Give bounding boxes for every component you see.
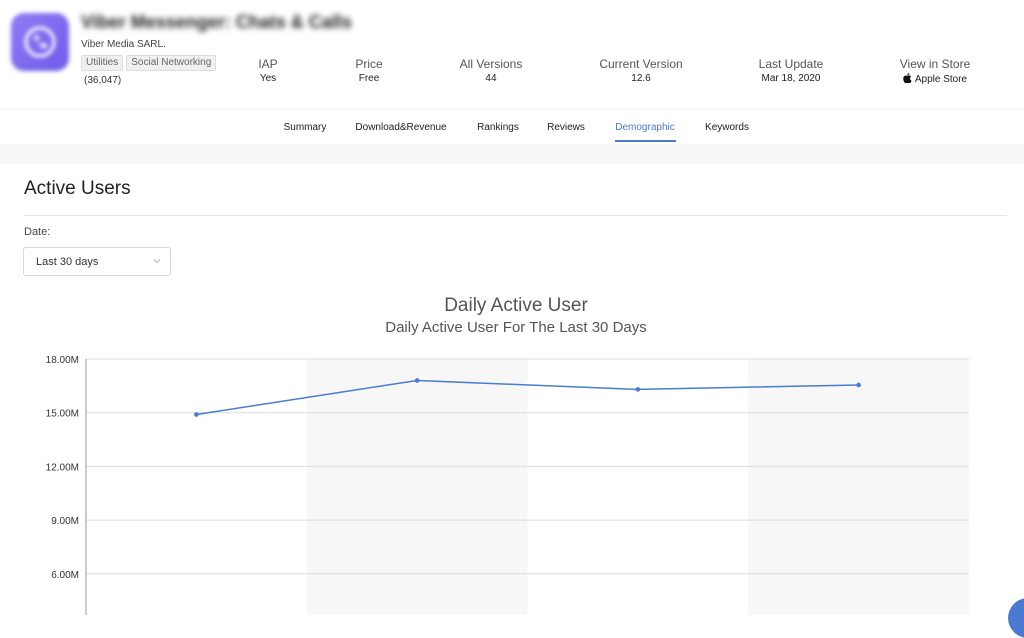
meta-label: View in Store [899,57,971,71]
active-tab-indicator [615,140,676,142]
viber-phone-icon [24,26,56,58]
tab-reviews[interactable]: Reviews [547,122,585,133]
meta-view-in-store: View in Store Apple Store [900,57,970,85]
data-point [414,378,420,383]
meta-label: Last Update [758,57,824,71]
date-range-select[interactable]: Last 30 days [23,247,171,276]
meta-value: 12.6 [631,73,651,84]
meta-last-update: Last Update Mar 18, 2020 [759,57,824,84]
meta-label: All Versions [459,57,523,71]
section-separator [0,144,1024,164]
meta-value: Yes [259,73,277,84]
category-tags: Utilities Social Networking [81,55,217,71]
developer-name: Viber Media SARL. [81,39,166,50]
meta-price: Price Free [355,57,382,84]
chart-subtitle: Daily Active User For The Last 30 Days [385,319,647,336]
chevron-down-icon [153,259,161,264]
app-icon [11,13,69,71]
y-tick-label: 15.00M [46,409,79,420]
apple-icon [903,73,912,83]
daily-active-user-chart: 18.00M 15.00M 12.00M 9.00M 6.00M [46,355,969,615]
section-tabs: Summary Download&Revenue Rankings Review… [0,110,1024,143]
tab-demographic[interactable]: Demographic [615,122,674,133]
y-tick-label: 12.00M [46,462,79,473]
data-point [194,412,199,417]
data-point [635,387,641,392]
app-title: Viber Messenger: Chats & Calls [81,12,352,32]
y-tick-label: 18.00M [46,355,79,366]
meta-label: IAP [258,57,278,71]
tab-rankings[interactable]: Rankings [477,122,519,133]
meta-current-version: Current Version 12.6 [599,57,682,84]
tag-utilities[interactable]: Utilities [81,55,124,71]
meta-label: Current Version [599,57,683,71]
data-point [856,382,861,388]
divider [24,215,1007,216]
meta-all-versions: All Versions 44 [460,57,523,84]
section-title: Active Users [24,178,131,199]
chart-title: Daily Active User [444,295,588,316]
tag-social-networking[interactable]: Social Networking [126,55,217,71]
meta-value: 44 [485,73,497,84]
date-label: Date: [24,226,51,238]
meta-value: Mar 18, 2020 [761,73,821,84]
apple-store-link[interactable]: Apple Store [900,73,970,85]
plot-band [306,359,528,615]
y-tick-label: 9.00M [51,516,79,527]
store-name: Apple Store [914,74,968,85]
date-range-value: Last 30 days [36,256,99,268]
tab-download-revenue[interactable]: Download&Revenue [355,122,446,133]
tab-keywords[interactable]: Keywords [705,122,749,133]
meta-iap: IAP Yes [258,57,277,84]
meta-value: Free [358,73,380,84]
rating-count: (36,047) [84,75,122,86]
tab-summary[interactable]: Summary [284,122,327,133]
y-tick-label: 6.00M [51,570,79,581]
meta-label: Price [355,57,383,71]
plot-band [748,359,969,615]
app-header: Viber Messenger: Chats & Calls Viber Med… [0,0,1024,108]
